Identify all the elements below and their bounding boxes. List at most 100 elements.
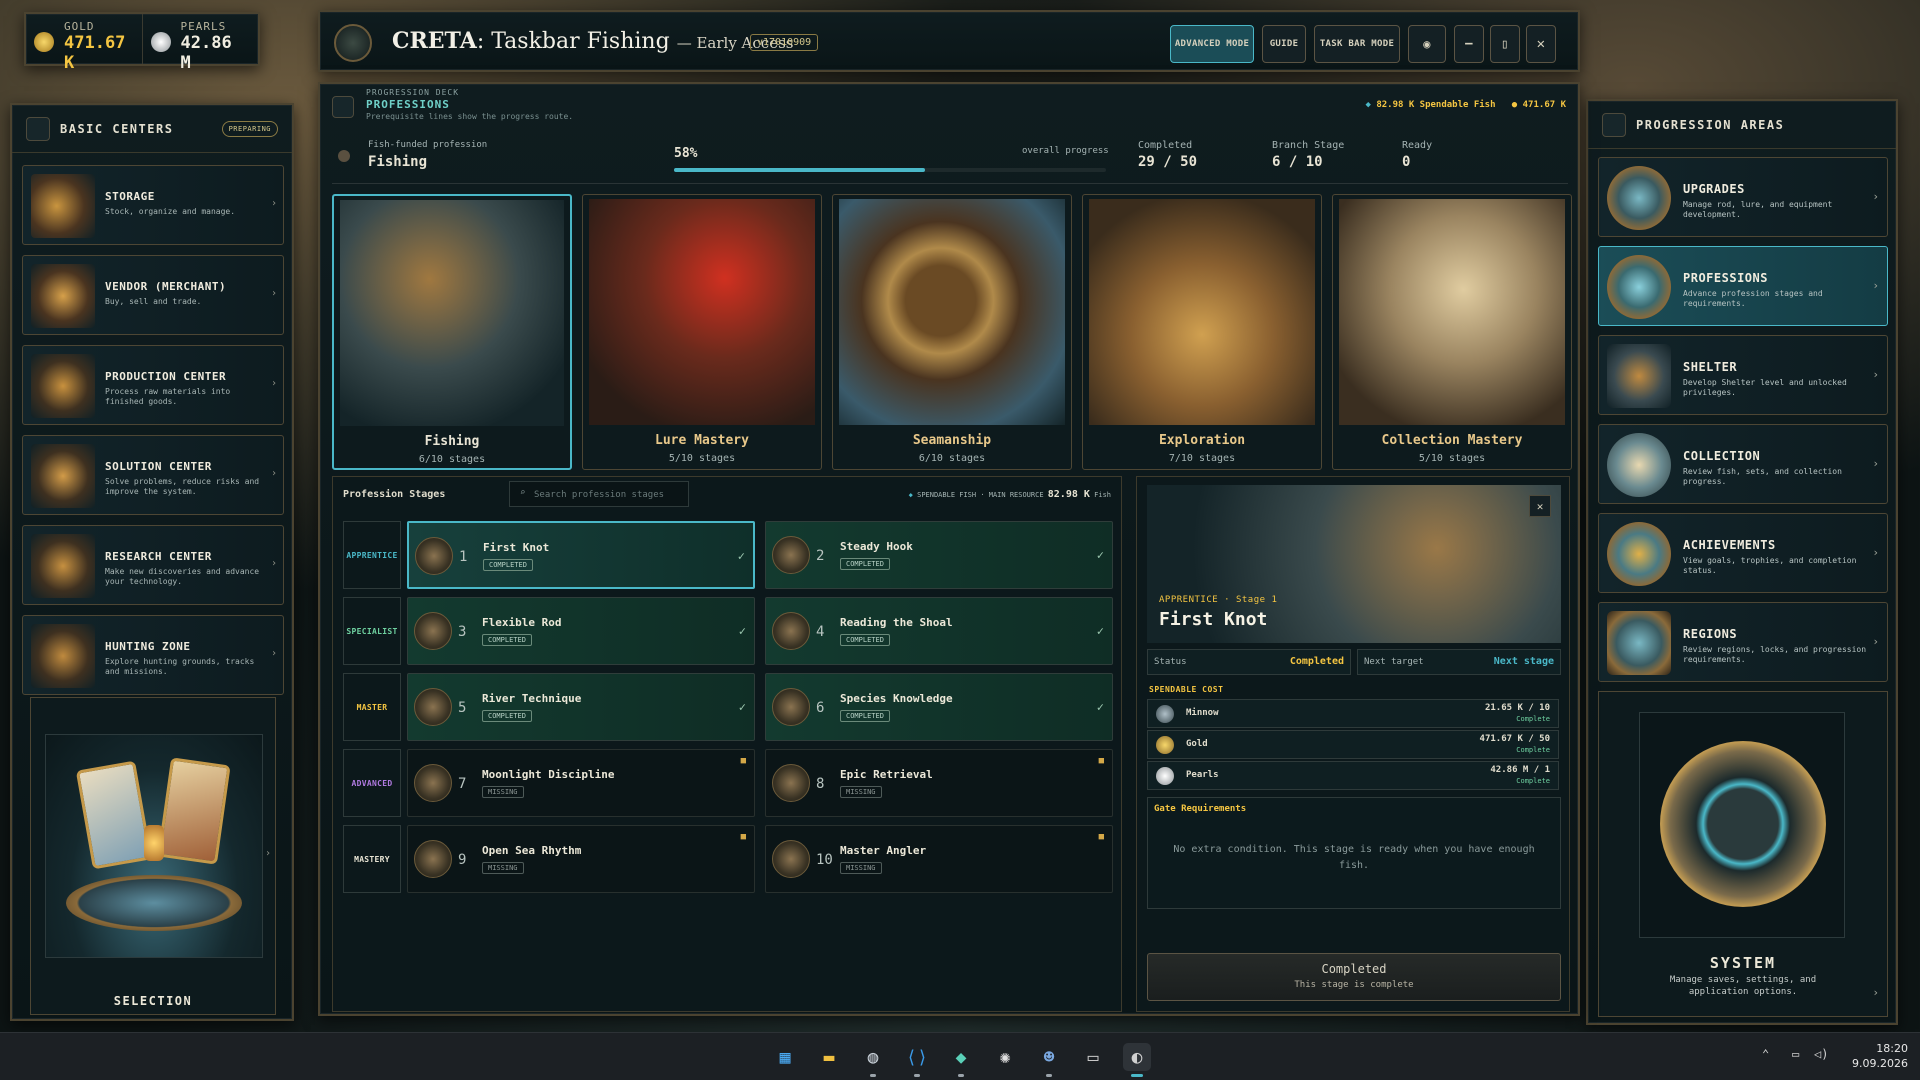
terminal-icon[interactable]: ▭ <box>1079 1043 1107 1071</box>
app-logo-icon <box>334 24 372 62</box>
profession-stages-panel: Profession Stages ⌕ Search profession st… <box>332 476 1122 1012</box>
storage-card[interactable]: STORAGE Stock, organize and manage. › <box>22 165 284 245</box>
stage-card-8[interactable]: 8 Epic Retrieval MISSING ■ <box>765 749 1113 817</box>
progress-strip: Fish-funded profession Fishing 58% overa… <box>332 128 1568 184</box>
research-icon <box>31 534 95 598</box>
stage-card-10[interactable]: 10 Master Angler MISSING ■ <box>765 825 1113 893</box>
stage-card-9[interactable]: 9 Open Sea Rhythm MISSING ■ <box>407 825 755 893</box>
chatgpt-icon[interactable]: ✺ <box>991 1043 1019 1071</box>
research-center-card[interactable]: RESEARCH CENTER Make new discoveries and… <box>22 525 284 605</box>
app-droplet-icon[interactable]: ◆ <box>947 1043 975 1077</box>
volume-icon[interactable]: ◁) <box>1814 1047 1828 1061</box>
shelter-desc: Develop Shelter level and unlocked privi… <box>1683 378 1847 397</box>
stage-medallion-icon <box>414 840 452 878</box>
minimize-icon: − <box>1464 36 1474 52</box>
close-button[interactable]: ✕ <box>1526 25 1556 63</box>
screenshot-button[interactable]: ◉ <box>1408 25 1446 63</box>
vendor-desc: Buy, sell and trade. <box>105 297 202 306</box>
profession-stages: 6/10 stages <box>918 453 986 464</box>
hunting-label: HUNTING ZONE <box>105 640 191 653</box>
tray-chevron-icon[interactable]: ⌃ <box>1762 1047 1769 1061</box>
stage-status-badge: COMPLETED <box>482 634 532 646</box>
main-resource-readout: ◆ SPENDABLE FISH · MAIN RESOURCE 82.98 K… <box>908 489 1111 500</box>
profession-card-exploration[interactable]: Exploration 7/10 stages <box>1082 194 1322 470</box>
stage-card-5[interactable]: 5 River Technique COMPLETED ✓ <box>407 673 755 741</box>
vendor-label: VENDOR (MERCHANT) <box>105 280 227 293</box>
ready-stat: Ready 0 <box>1402 140 1433 170</box>
collection-desc: Review fish, sets, and collection progre… <box>1683 467 1842 486</box>
check-icon: ✓ <box>737 549 745 563</box>
achievements-star-icon <box>1607 522 1671 586</box>
storage-desc: Stock, organize and manage. <box>105 207 236 216</box>
clock[interactable]: 18:20 9.09.2026 <box>1846 1041 1908 1071</box>
hunting-zone-card[interactable]: HUNTING ZONE Explore hunting grounds, tr… <box>22 615 284 695</box>
tier-apprentice: APPRENTICE <box>343 521 401 589</box>
guide-button[interactable]: GUIDE <box>1262 25 1306 63</box>
advanced-mode-button[interactable]: ADVANCED MODE <box>1170 25 1254 63</box>
windows-taskbar: ▦ ▬ ◍ ⟨⟩ ◆ ✺ ☻ ▭ ◐ ⌃ ▭ ◁) 18:20 9.09.202… <box>0 1032 1920 1080</box>
stage-status-badge: COMPLETED <box>483 559 533 571</box>
check-icon: ✓ <box>1096 700 1104 714</box>
stage-number: 1 <box>459 549 468 565</box>
close-detail-button[interactable]: ✕ <box>1529 495 1551 517</box>
chevron-right-icon: › <box>1872 546 1879 559</box>
stage-action-button[interactable]: Completed This stage is complete <box>1147 953 1561 1001</box>
regions-card[interactable]: REGIONS Review regions, locks, and progr… <box>1598 602 1888 682</box>
version-badge: v17010909 <box>750 34 819 51</box>
stage-card-1[interactable]: 1 First Knot COMPLETED ✓ <box>407 521 755 589</box>
stage-card-3[interactable]: 3 Flexible Rod COMPLETED ✓ <box>407 597 755 665</box>
regions-map-icon <box>1607 611 1671 675</box>
profession-card-fishing[interactable]: Fishing 6/10 stages <box>332 194 572 470</box>
tier-master: MASTER <box>343 673 401 741</box>
selection-card[interactable]: SELECTION › <box>30 697 276 1015</box>
tier-specialist: SPECIALIST <box>343 597 401 665</box>
taskbar-mode-button[interactable]: TASK BAR MODE <box>1314 25 1400 63</box>
profession-stages: 5/10 stages <box>1418 453 1486 464</box>
stage-name: River Technique <box>482 692 582 705</box>
maximize-button[interactable]: ▯ <box>1490 25 1520 63</box>
vendor-card[interactable]: VENDOR (MERCHANT) Buy, sell and trade. › <box>22 255 284 335</box>
stage-card-2[interactable]: 2 Steady Hook COMPLETED ✓ <box>765 521 1113 589</box>
profession-card-lure-mastery[interactable]: Lure Mastery 5/10 stages <box>582 194 822 470</box>
minimize-button[interactable]: − <box>1454 25 1484 63</box>
achievements-card[interactable]: ACHIEVEMENTS View goals, trophies, and c… <box>1598 513 1888 593</box>
stage-card-7[interactable]: 7 Moonlight Discipline MISSING ■ <box>407 749 755 817</box>
stage-search-input[interactable]: ⌕ Search profession stages <box>509 481 689 507</box>
achievements-desc: View goals, trophies, and completion sta… <box>1683 556 1857 575</box>
system-card[interactable]: SYSTEM Manage saves, settings, and appli… <box>1598 691 1888 1017</box>
start-windows-icon[interactable]: ▦ <box>771 1043 799 1071</box>
progression-areas-header: PROGRESSION AREAS <box>1588 101 1896 149</box>
basic-centers-header: BASIC CENTERS PREPARING <box>12 105 292 153</box>
file-explorer-icon[interactable]: ▬ <box>815 1043 843 1071</box>
shelter-card[interactable]: SHELTER Develop Shelter level and unlock… <box>1598 335 1888 415</box>
section-title: PROFESSIONS <box>366 98 450 111</box>
stage-card-4[interactable]: 4 Reading the Shoal COMPLETED ✓ <box>765 597 1113 665</box>
upgrades-card[interactable]: UPGRADES Manage rod, lure, and equipment… <box>1598 157 1888 237</box>
network-icon[interactable]: ▭ <box>1792 1047 1799 1061</box>
steam-icon[interactable]: ◍ <box>859 1043 887 1077</box>
action-title: Completed <box>1321 962 1387 976</box>
title-bar[interactable]: CRETA: Taskbar Fishing — Early Access v1… <box>318 10 1580 72</box>
production-center-card[interactable]: PRODUCTION CENTER Process raw materials … <box>22 345 284 425</box>
branch-stage-stat: Branch Stage 6 / 10 <box>1272 140 1345 170</box>
godot-icon[interactable]: ☻ <box>1035 1043 1063 1077</box>
profession-card-seamanship[interactable]: Seamanship 6/10 stages <box>832 194 1072 470</box>
status-value: Completed <box>1289 656 1344 667</box>
profession-card-collection-mastery[interactable]: Collection Mastery 5/10 stages <box>1332 194 1572 470</box>
solution-center-card[interactable]: SOLUTION CENTER Solve problems, reduce r… <box>22 435 284 515</box>
stage-status-badge: COMPLETED <box>482 710 532 722</box>
check-icon: ✓ <box>738 700 746 714</box>
professions-desc: Advance profession stages and requiremen… <box>1683 289 1823 308</box>
chevron-right-icon: › <box>270 288 277 299</box>
vscode-icon[interactable]: ⟨⟩ <box>903 1043 931 1077</box>
research-label: RESEARCH CENTER <box>105 550 212 563</box>
window-title: CRETA: Taskbar Fishing — Early Access <box>392 28 794 54</box>
research-desc: Make new discoveries and advance your te… <box>105 567 260 586</box>
stage-name: Open Sea Rhythm <box>482 844 582 857</box>
creta-taskbar-icon[interactable]: ◐ <box>1123 1043 1151 1077</box>
stage-card-6[interactable]: 6 Species Knowledge COMPLETED ✓ <box>765 673 1113 741</box>
collection-card[interactable]: COLLECTION Review fish, sets, and collec… <box>1598 424 1888 504</box>
professions-card[interactable]: PROFESSIONS Advance profession stages an… <box>1598 246 1888 326</box>
profession-name: Fishing <box>424 434 480 449</box>
stage-status-badge: COMPLETED <box>840 710 890 722</box>
